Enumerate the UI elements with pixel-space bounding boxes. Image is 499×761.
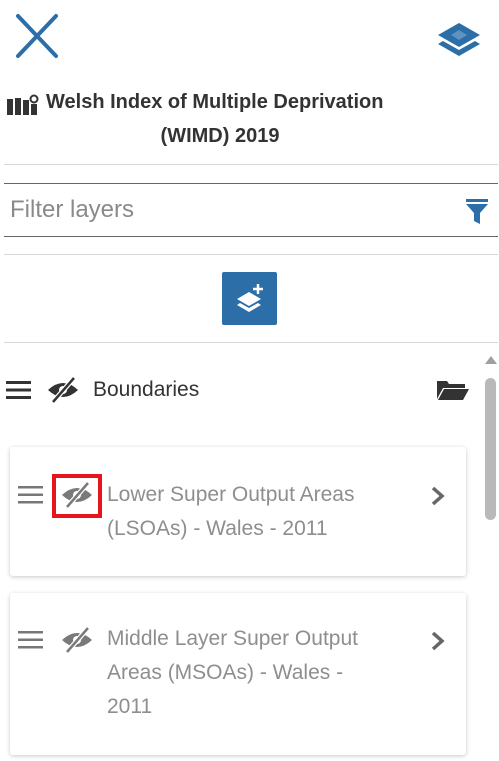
divider	[4, 164, 498, 165]
drag-handle-icon[interactable]	[18, 630, 44, 650]
divider	[4, 342, 498, 343]
drag-handle-icon[interactable]	[6, 380, 32, 400]
group-label: Boundaries	[93, 378, 200, 401]
layer-card-msoas[interactable]: Middle Layer Super Output Areas (MSOAs) …	[10, 593, 466, 755]
close-button[interactable]	[12, 12, 60, 60]
layer-label-line: Middle Layer Super Output	[107, 627, 358, 650]
title-line-1: Welsh Index of Multiple Deprivation	[46, 91, 384, 113]
layers-button[interactable]	[434, 20, 484, 64]
add-layer-button[interactable]	[222, 272, 277, 325]
layer-group-boundaries[interactable]: Boundaries	[0, 368, 480, 412]
filter-bar	[4, 183, 498, 237]
chevron-right-icon[interactable]	[428, 630, 448, 652]
eye-slash-icon[interactable]	[46, 376, 80, 404]
page-title: Welsh Index of Multiple Deprivation (WIM…	[0, 88, 499, 164]
close-icon	[16, 14, 58, 58]
map-icon	[7, 94, 39, 115]
chevron-right-icon[interactable]	[428, 485, 448, 507]
filter-layers-input[interactable]	[4, 184, 454, 236]
title-line-2: (WIMD) 2019	[160, 125, 280, 147]
add-layer-icon	[237, 284, 263, 312]
eye-slash-icon[interactable]	[60, 626, 94, 654]
layer-label-line: (LSOAs) - Wales - 2011	[107, 517, 328, 540]
layer-label: Lower Super Output Areas (LSOAs) - Wales…	[107, 478, 407, 546]
layer-label-line: Lower Super Output Areas	[107, 483, 355, 506]
scroll-up-arrow[interactable]	[484, 354, 498, 366]
layer-label: Middle Layer Super Output Areas (MSOAs) …	[107, 622, 407, 724]
layer-label-line: Areas (MSOAs) - Wales -	[107, 661, 344, 684]
scrollbar-thumb[interactable]	[485, 378, 496, 520]
folder-open-icon[interactable]	[436, 379, 470, 401]
divider	[4, 254, 498, 255]
layers-icon	[438, 23, 480, 56]
filter-icon[interactable]	[464, 198, 490, 226]
highlight-box	[52, 474, 102, 518]
drag-handle-icon[interactable]	[18, 485, 44, 505]
layer-label-line: 2011	[107, 695, 153, 718]
